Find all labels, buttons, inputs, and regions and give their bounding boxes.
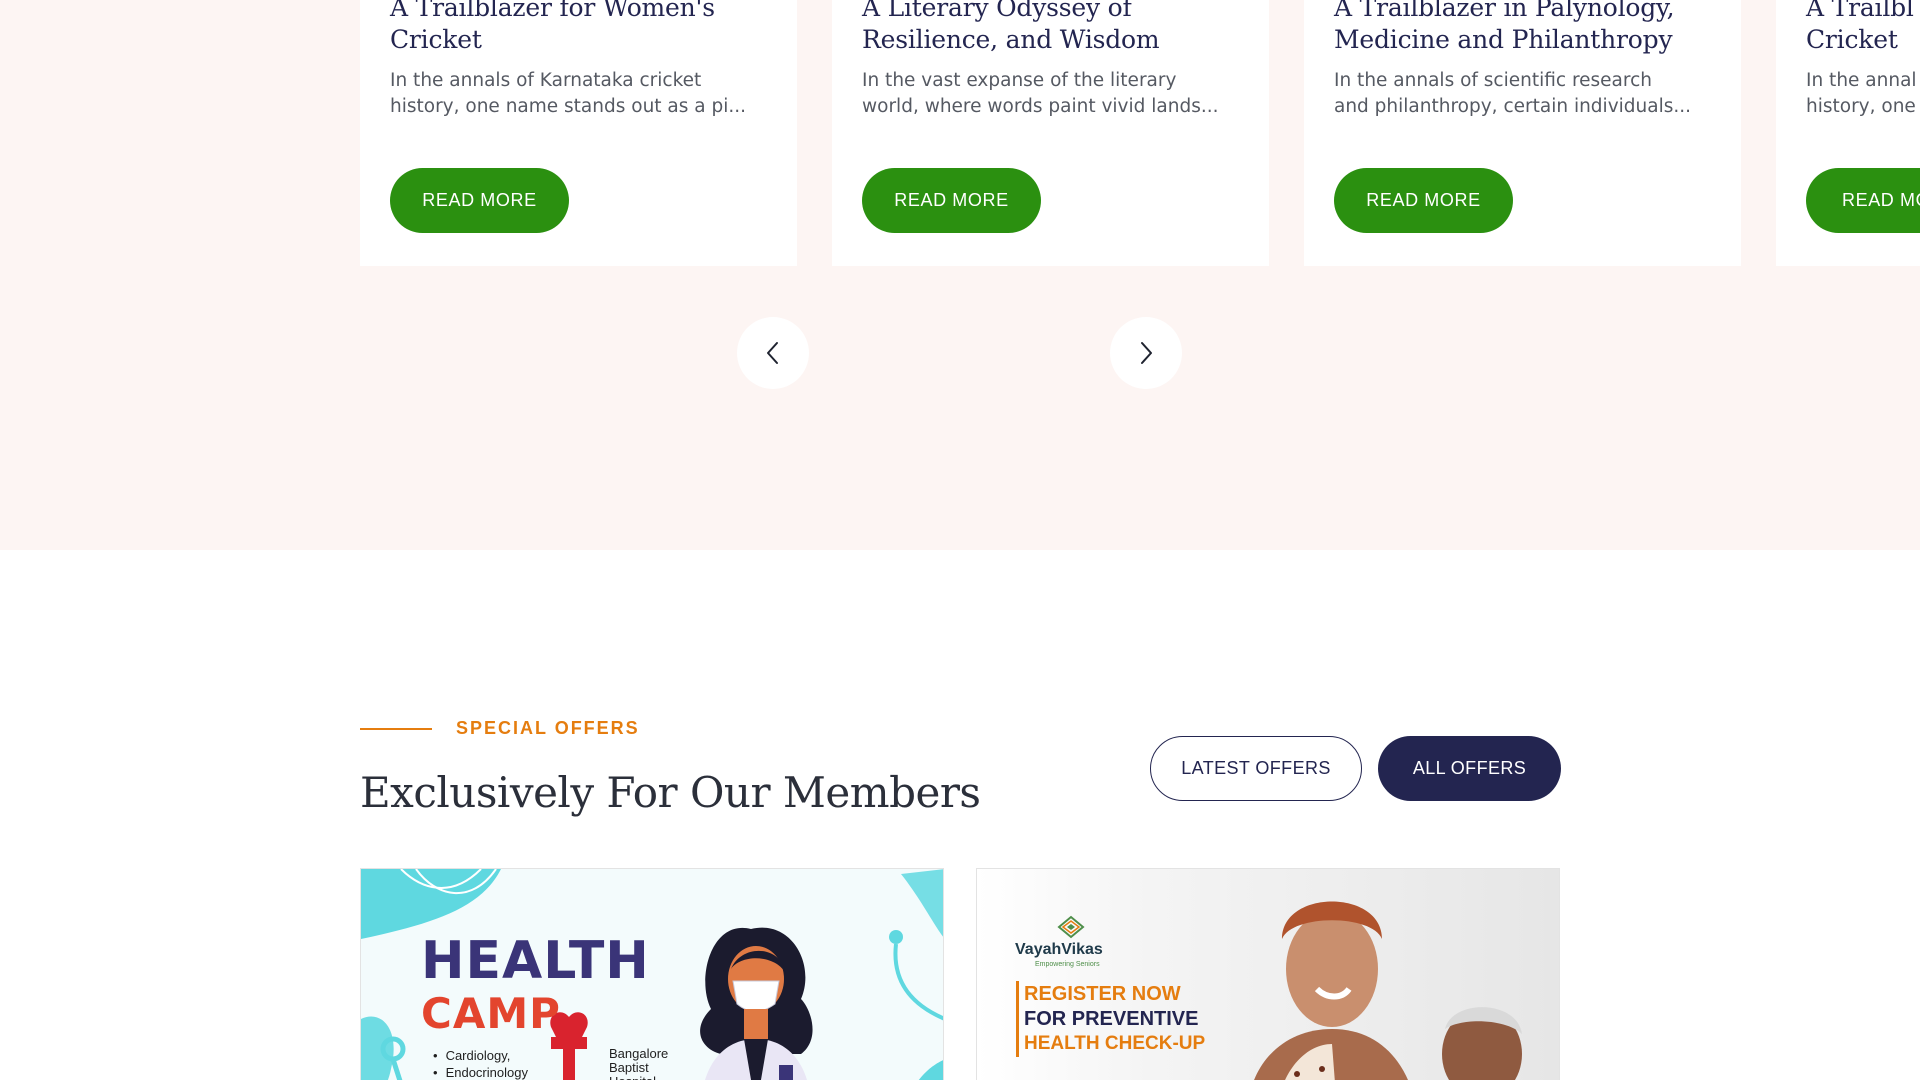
- read-more-button[interactable]: READ MORE: [390, 168, 569, 233]
- story-card-title[interactable]: A Literary Odyssey of Resilience, and Wi…: [862, 0, 1239, 56]
- list-item: Endocrinology: [433, 1064, 528, 1080]
- chevron-left-icon: [767, 342, 778, 364]
- story-excerpt-line: In the annal: [1806, 70, 1917, 91]
- story-excerpt-line: world, where words paint vivid lands...: [862, 96, 1219, 117]
- story-card-title[interactable]: A Trailblazer in Palynology, Medicine an…: [1334, 0, 1711, 56]
- section-eyebrow: SPECIAL OFFERS: [456, 718, 640, 738]
- story-excerpt-line: and philanthropy, certain individuals...: [1334, 96, 1692, 117]
- section-title: Exclusively For Our Members: [360, 768, 981, 817]
- chevron-right-icon: [1141, 342, 1152, 364]
- read-more-button[interactable]: READ MO: [1806, 168, 1920, 233]
- story-title-line: Resilience, and Wisdom: [862, 25, 1160, 54]
- offer-card-health-camp[interactable]: HEALTH CAMP Cardiology, Endocrinology Ba…: [360, 868, 944, 1080]
- tab-all-offers[interactable]: ALL OFFERS: [1378, 736, 1561, 801]
- story-title-line: Medicine and Philanthropy: [1334, 25, 1673, 54]
- offer-headline-line1: HEALTH: [421, 931, 650, 991]
- read-more-button[interactable]: READ MORE: [1334, 168, 1513, 233]
- eyebrow-divider: [360, 728, 432, 730]
- special-offers-section: SPECIAL OFFERS Exclusively For Our Membe…: [0, 550, 1920, 1080]
- offer-headline-line3: HEALTH CHECK-UP: [1024, 1033, 1206, 1054]
- offer-headline-line1: REGISTER NOW: [1024, 983, 1181, 1005]
- story-card: A Literary Odyssey of Resilience, and Wi…: [832, 0, 1269, 266]
- story-title-line: A Trailblazer for Women's: [390, 0, 715, 22]
- brand-tagline: Empowering Seniors: [1035, 961, 1100, 968]
- story-title-line: Cricket: [1806, 25, 1898, 54]
- stories-carousel-section: A Trailblazer for Women's Cricket In the…: [0, 0, 1920, 550]
- offer-card-vayahvikas[interactable]: VayahVikas Empowering Seniors REGISTER N…: [976, 868, 1560, 1080]
- carousel-next-button[interactable]: [1110, 317, 1182, 389]
- story-card: A Trailblazer in Palynology, Medicine an…: [1304, 0, 1741, 266]
- story-card-excerpt: In the annals of scientific research and…: [1334, 68, 1711, 120]
- hospital-name: Bangalore Baptist Hospital: [609, 1046, 669, 1080]
- tab-latest-offers[interactable]: LATEST OFFERS: [1150, 736, 1362, 801]
- story-excerpt-line: In the vast expanse of the literary: [862, 70, 1177, 91]
- story-excerpt-line: In the annals of Karnataka cricket: [390, 70, 702, 91]
- story-card-title[interactable]: A Trailblazer for Women's Cricket: [390, 0, 767, 56]
- story-title-line: A Literary Odyssey of: [862, 0, 1132, 22]
- story-excerpt-line: history, one: [1806, 96, 1916, 117]
- story-card-excerpt: In the annal history, one: [1806, 68, 1920, 120]
- story-excerpt-line: In the annals of scientific research: [1334, 70, 1652, 91]
- story-card-title[interactable]: A Trailbl Cricket: [1806, 0, 1920, 56]
- story-title-line: Cricket: [390, 25, 482, 54]
- carousel-prev-button[interactable]: [737, 317, 809, 389]
- story-card-excerpt: In the annals of Karnataka cricket histo…: [390, 68, 767, 120]
- story-card-excerpt: In the vast expanse of the literary worl…: [862, 68, 1239, 120]
- read-more-button[interactable]: READ MORE: [862, 168, 1041, 233]
- story-excerpt-line: history, one name stands out as a pi...: [390, 96, 747, 117]
- story-card: A Trailblazer for Women's Cricket In the…: [360, 0, 797, 266]
- offer-headline-line2: FOR PREVENTIVE: [1024, 1008, 1199, 1030]
- story-card-partial: A Trailbl Cricket In the annal history, …: [1776, 0, 1920, 266]
- offer-headline-line2: CAMP: [421, 989, 561, 1038]
- story-title-line: A Trailblazer in Palynology,: [1334, 0, 1675, 22]
- story-title-line: A Trailbl: [1806, 0, 1914, 22]
- list-item: Cardiology,: [433, 1047, 528, 1064]
- accent-bar: [1016, 981, 1019, 1057]
- brand-logo-text: VayahVikas: [1015, 941, 1103, 958]
- offer-specialty-list: Cardiology, Endocrinology: [433, 1047, 528, 1080]
